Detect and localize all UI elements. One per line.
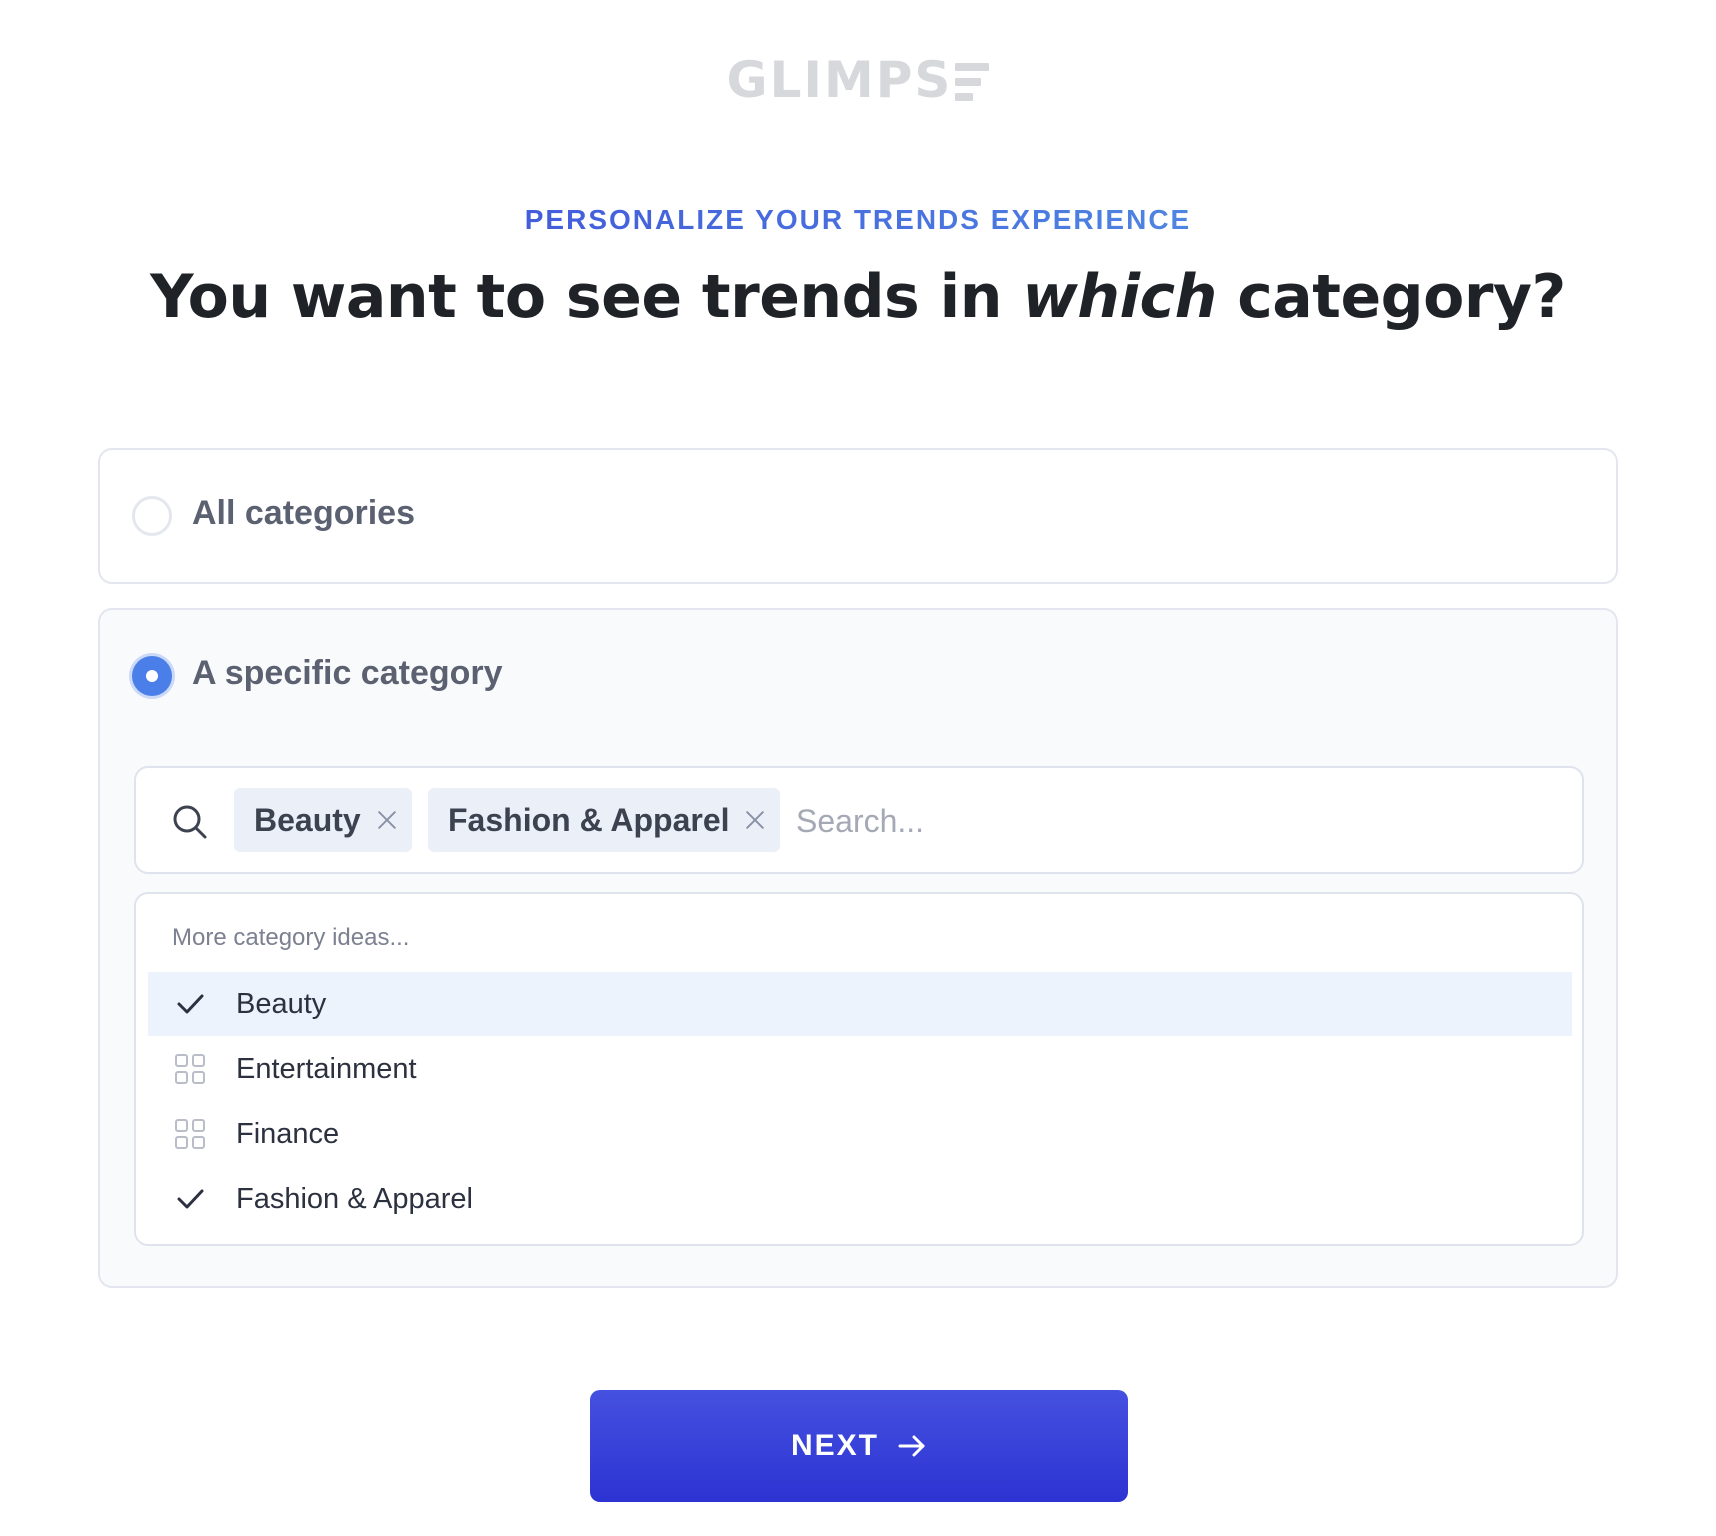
selected-chip-fashion-apparel: Fashion & Apparel bbox=[428, 788, 780, 852]
check-icon bbox=[170, 1179, 210, 1219]
page-title-end: category? bbox=[1216, 262, 1566, 332]
grid-icon bbox=[170, 1049, 210, 1089]
dropdown-option-label: Beauty bbox=[236, 987, 327, 1020]
radio-specific-category[interactable] bbox=[132, 656, 172, 696]
grid-icon bbox=[170, 1114, 210, 1154]
dropdown-option-beauty[interactable]: Beauty bbox=[148, 972, 1572, 1036]
option-all-categories-label: All categories bbox=[192, 494, 415, 532]
dropdown-hint: More category ideas... bbox=[172, 924, 410, 951]
dropdown-option-fashion-apparel[interactable]: Fashion & Apparel bbox=[148, 1167, 1572, 1231]
page-title-start: You want to see trends in bbox=[150, 262, 1023, 332]
page-eyebrow: PERSONALIZE YOUR TRENDS EXPERIENCE bbox=[0, 204, 1716, 236]
category-dropdown: More category ideas... Beauty Entertainm… bbox=[134, 892, 1584, 1246]
page-title-emphasis: which bbox=[1022, 262, 1217, 332]
brand-logo-glyph bbox=[955, 63, 990, 101]
dropdown-option-entertainment[interactable]: Entertainment bbox=[148, 1037, 1572, 1101]
arrow-right-icon bbox=[898, 1435, 925, 1457]
option-all-categories[interactable]: All categories bbox=[98, 448, 1618, 584]
brand-logo-text: GLIMPS bbox=[726, 51, 953, 109]
dropdown-option-finance[interactable]: Finance bbox=[148, 1102, 1572, 1166]
remove-chip-icon[interactable] bbox=[744, 809, 766, 831]
dropdown-option-label: Entertainment bbox=[236, 1052, 417, 1085]
page-title: You want to see trends in which category… bbox=[0, 262, 1716, 332]
option-specific-category[interactable]: A specific category Beauty Fashion & App… bbox=[98, 608, 1618, 1288]
chip-label: Beauty bbox=[254, 801, 361, 838]
selected-chip-beauty: Beauty bbox=[234, 788, 412, 852]
check-icon bbox=[170, 984, 210, 1024]
chip-label: Fashion & Apparel bbox=[448, 801, 730, 838]
radio-all-categories[interactable] bbox=[132, 496, 172, 536]
next-button[interactable]: NEXT bbox=[590, 1390, 1128, 1502]
category-search-box[interactable]: Beauty Fashion & Apparel bbox=[134, 766, 1584, 874]
option-specific-category-label: A specific category bbox=[192, 654, 503, 692]
search-icon bbox=[173, 805, 207, 839]
remove-chip-icon[interactable] bbox=[376, 809, 398, 831]
next-button-label: NEXT bbox=[790, 1429, 879, 1462]
dropdown-option-label: Fashion & Apparel bbox=[236, 1182, 473, 1215]
dropdown-option-label: Finance bbox=[236, 1117, 340, 1150]
brand-logo: GLIMPS bbox=[0, 50, 1716, 110]
search-input[interactable] bbox=[796, 790, 1536, 852]
